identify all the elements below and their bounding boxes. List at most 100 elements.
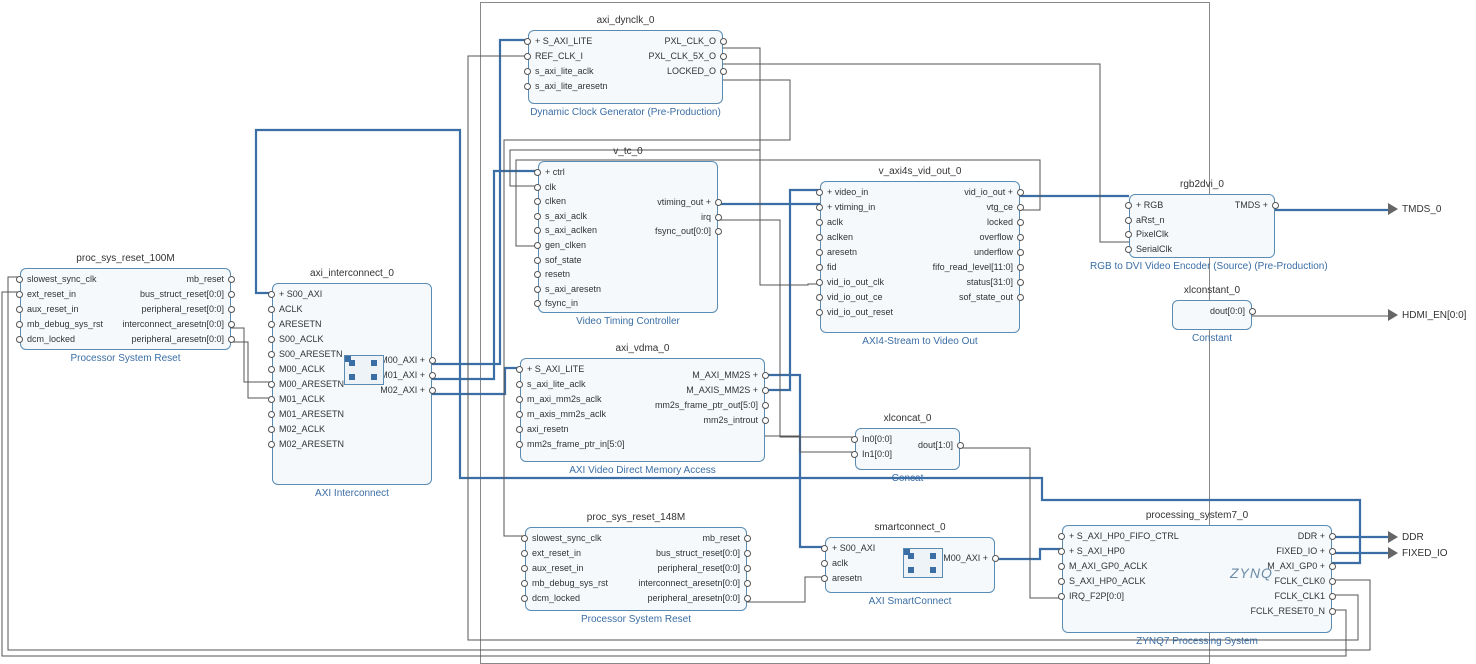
port-mb-debug-sys-rst[interactable]: mb_debug_sys_rst — [532, 577, 608, 589]
port-M02-AXI-[interactable]: M02_AXI + — [380, 384, 425, 396]
port-vid-io-out-clk[interactable]: vid_io_out_clk — [827, 276, 884, 288]
block-proc_sys_reset_148M[interactable]: proc_sys_reset_148MProcessor System Rese… — [525, 527, 747, 611]
block-rgb2dvi_0[interactable]: rgb2dvi_0RGB to DVI Video Encoder (Sourc… — [1129, 194, 1275, 258]
port-locked[interactable]: locked — [987, 216, 1013, 228]
port--S00-AXI[interactable]: + S00_AXI — [832, 542, 875, 554]
port-TMDS-[interactable]: TMDS + — [1235, 199, 1268, 211]
port-axi-resetn[interactable]: axi_resetn — [527, 423, 569, 435]
block-xlconcat_0[interactable]: xlconcat_0ConcatIn0[0:0]In1[0:0]dout[1:0… — [855, 428, 960, 470]
port-peripheral-aresetn-0-0-[interactable]: peripheral_aresetn[0:0] — [647, 592, 740, 604]
port-S00-ARESETN[interactable]: S00_ARESETN — [279, 348, 343, 360]
port-aux-reset-in[interactable]: aux_reset_in — [532, 562, 584, 574]
port-LOCKED-O[interactable]: LOCKED_O — [667, 65, 716, 77]
port-ARESETN[interactable]: ARESETN — [279, 318, 322, 330]
port-fid[interactable]: fid — [827, 261, 837, 273]
port-M00-ACLK[interactable]: M00_ACLK — [279, 363, 325, 375]
port-PXL-CLK-O[interactable]: PXL_CLK_O — [664, 35, 716, 47]
port-mb-reset[interactable]: mb_reset — [186, 273, 224, 285]
port-SerialClk[interactable]: SerialClk — [1136, 243, 1172, 255]
port-peripheral-aresetn-0-0-[interactable]: peripheral_aresetn[0:0] — [131, 333, 224, 345]
port--S00-AXI[interactable]: + S00_AXI — [279, 288, 322, 300]
port-IRQ-F2P-0-0-[interactable]: IRQ_F2P[0:0] — [1069, 590, 1124, 602]
port--ctrl[interactable]: + ctrl — [545, 166, 565, 178]
port-sof-state-out[interactable]: sof_state_out — [959, 291, 1013, 303]
port-mb-reset[interactable]: mb_reset — [702, 532, 740, 544]
block-axi_dynclk_0[interactable]: axi_dynclk_0Dynamic Clock Generator (Pre… — [528, 30, 723, 104]
port-interconnect-aresetn-0-0-[interactable]: interconnect_aresetn[0:0] — [638, 577, 740, 589]
port-M02-ARESETN[interactable]: M02_ARESETN — [279, 438, 344, 450]
port-FCLK-CLK1[interactable]: FCLK_CLK1 — [1274, 590, 1325, 602]
port-M00-ARESETN[interactable]: M00_ARESETN — [279, 378, 344, 390]
port-bus-struct-reset-0-0-[interactable]: bus_struct_reset[0:0] — [656, 547, 740, 559]
port-peripheral-reset-0-0-[interactable]: peripheral_reset[0:0] — [141, 303, 224, 315]
block-xlconstant_0[interactable]: xlconstant_0Constantdout[0:0] — [1172, 300, 1252, 330]
port-mm2s-frame-ptr-out-5-0-[interactable]: mm2s_frame_ptr_out[5:0] — [655, 399, 758, 411]
port-clken[interactable]: clken — [545, 195, 566, 207]
port-fsync-in[interactable]: fsync_in — [545, 297, 578, 309]
port-aresetn[interactable]: aresetn — [827, 246, 857, 258]
port-bus-struct-reset-0-0-[interactable]: bus_struct_reset[0:0] — [140, 288, 224, 300]
port-M00-AXI-[interactable]: M00_AXI + — [943, 552, 988, 564]
port-vid-io-out-reset[interactable]: vid_io_out_reset — [827, 306, 893, 318]
port-interconnect-aresetn-0-0-[interactable]: interconnect_aresetn[0:0] — [122, 318, 224, 330]
port-peripheral-reset-0-0-[interactable]: peripheral_reset[0:0] — [657, 562, 740, 574]
ext-port-HDMI_EN[interactable]: HDMI_EN[0:0] — [1388, 309, 1466, 321]
port-ext-reset-in[interactable]: ext_reset_in — [27, 288, 76, 300]
port-gen-clken[interactable]: gen_clken — [545, 239, 586, 251]
port-m-axis-mm2s-aclk[interactable]: m_axis_mm2s_aclk — [527, 408, 606, 420]
port--S-AXI-LITE[interactable]: + S_AXI_LITE — [527, 363, 584, 375]
port-REF-CLK-I[interactable]: REF_CLK_I — [535, 50, 583, 62]
port-In0-0-0-[interactable]: In0[0:0] — [862, 433, 892, 445]
port--RGB[interactable]: + RGB — [1136, 199, 1163, 211]
block-proc_sys_reset_100M[interactable]: proc_sys_reset_100MProcessor System Rese… — [20, 268, 231, 350]
port-aux-reset-in[interactable]: aux_reset_in — [27, 303, 79, 315]
port-s-axi-aresetn[interactable]: s_axi_aresetn — [545, 283, 601, 295]
block-v_axi4s_vid_out_0[interactable]: v_axi4s_vid_out_0AXI4-Stream to Video Ou… — [820, 181, 1020, 333]
port--S-AXI-HP0[interactable]: + S_AXI_HP0 — [1069, 545, 1125, 557]
port-M01-AXI-[interactable]: M01_AXI + — [380, 369, 425, 381]
port-dout-1-0-[interactable]: dout[1:0] — [918, 439, 953, 451]
port-aresetn[interactable]: aresetn — [832, 572, 862, 584]
port-aclk[interactable]: aclk — [832, 557, 848, 569]
port-s-axi-aclken[interactable]: s_axi_aclken — [545, 224, 597, 236]
port-aclken[interactable]: aclken — [827, 231, 853, 243]
ext-port-FIXED_IO[interactable]: FIXED_IO — [1388, 547, 1448, 559]
port-fifo-read-level-11-0-[interactable]: fifo_read_level[11:0] — [933, 261, 1013, 273]
port-M-AXI-MM2S-[interactable]: M_AXI_MM2S + — [692, 369, 758, 381]
port-S-AXI-HP0-ACLK[interactable]: S_AXI_HP0_ACLK — [1069, 575, 1146, 587]
port-vid-io-out-[interactable]: vid_io_out + — [964, 186, 1013, 198]
port-M01-ACLK[interactable]: M01_ACLK — [279, 393, 325, 405]
port-aRst-n[interactable]: aRst_n — [1136, 214, 1165, 226]
port-mb-debug-sys-rst[interactable]: mb_debug_sys_rst — [27, 318, 103, 330]
ext-port-TMDS_0[interactable]: TMDS_0 — [1388, 203, 1441, 215]
port-sof-state[interactable]: sof_state — [545, 254, 582, 266]
port-dout-0-0-[interactable]: dout[0:0] — [1210, 305, 1245, 317]
port-M-AXI-GP0-ACLK[interactable]: M_AXI_GP0_ACLK — [1069, 560, 1148, 572]
port--S-AXI-HP0-FIFO-CTRL[interactable]: + S_AXI_HP0_FIFO_CTRL — [1069, 530, 1179, 542]
port-s-axi-lite-aclk[interactable]: s_axi_lite_aclk — [527, 378, 586, 390]
port-slowest-sync-clk[interactable]: slowest_sync_clk — [27, 273, 97, 285]
block-processing_system7_0[interactable]: processing_system7_0ZYNQ7 Processing Sys… — [1062, 525, 1332, 633]
port-clk[interactable]: clk — [545, 181, 556, 193]
port--video-in[interactable]: + video_in — [827, 186, 868, 198]
block-v_tc_0[interactable]: v_tc_0Video Timing Controller+ ctrlclkcl… — [538, 161, 718, 313]
port-M01-ARESETN[interactable]: M01_ARESETN — [279, 408, 344, 420]
port-M02-ACLK[interactable]: M02_ACLK — [279, 423, 325, 435]
port-PXL-CLK-5X-O[interactable]: PXL_CLK_5X_O — [648, 50, 716, 62]
port-FIXED-IO-[interactable]: FIXED_IO + — [1276, 545, 1325, 557]
port-M-AXI-GP0-[interactable]: M_AXI_GP0 + — [1267, 560, 1325, 572]
port-S00-ACLK[interactable]: S00_ACLK — [279, 333, 324, 345]
port-DDR-[interactable]: DDR + — [1298, 530, 1325, 542]
port-FCLK-CLK0[interactable]: FCLK_CLK0 — [1274, 575, 1325, 587]
port-mm2s-introut[interactable]: mm2s_introut — [703, 414, 758, 426]
port-FCLK-RESET0-N[interactable]: FCLK_RESET0_N — [1250, 605, 1325, 617]
port-vtg-ce[interactable]: vtg_ce — [986, 201, 1013, 213]
port-m-axi-mm2s-aclk[interactable]: m_axi_mm2s_aclk — [527, 393, 602, 405]
port-status-31-0-[interactable]: status[31:0] — [966, 276, 1013, 288]
port--S-AXI-LITE[interactable]: + S_AXI_LITE — [535, 35, 592, 47]
port-s-axi-lite-aresetn[interactable]: s_axi_lite_aresetn — [535, 80, 608, 92]
port-ACLK[interactable]: ACLK — [279, 303, 303, 315]
port-M-AXIS-MM2S-[interactable]: M_AXIS_MM2S + — [686, 384, 758, 396]
port-In1-0-0-[interactable]: In1[0:0] — [862, 448, 892, 460]
port-aclk[interactable]: aclk — [827, 216, 843, 228]
